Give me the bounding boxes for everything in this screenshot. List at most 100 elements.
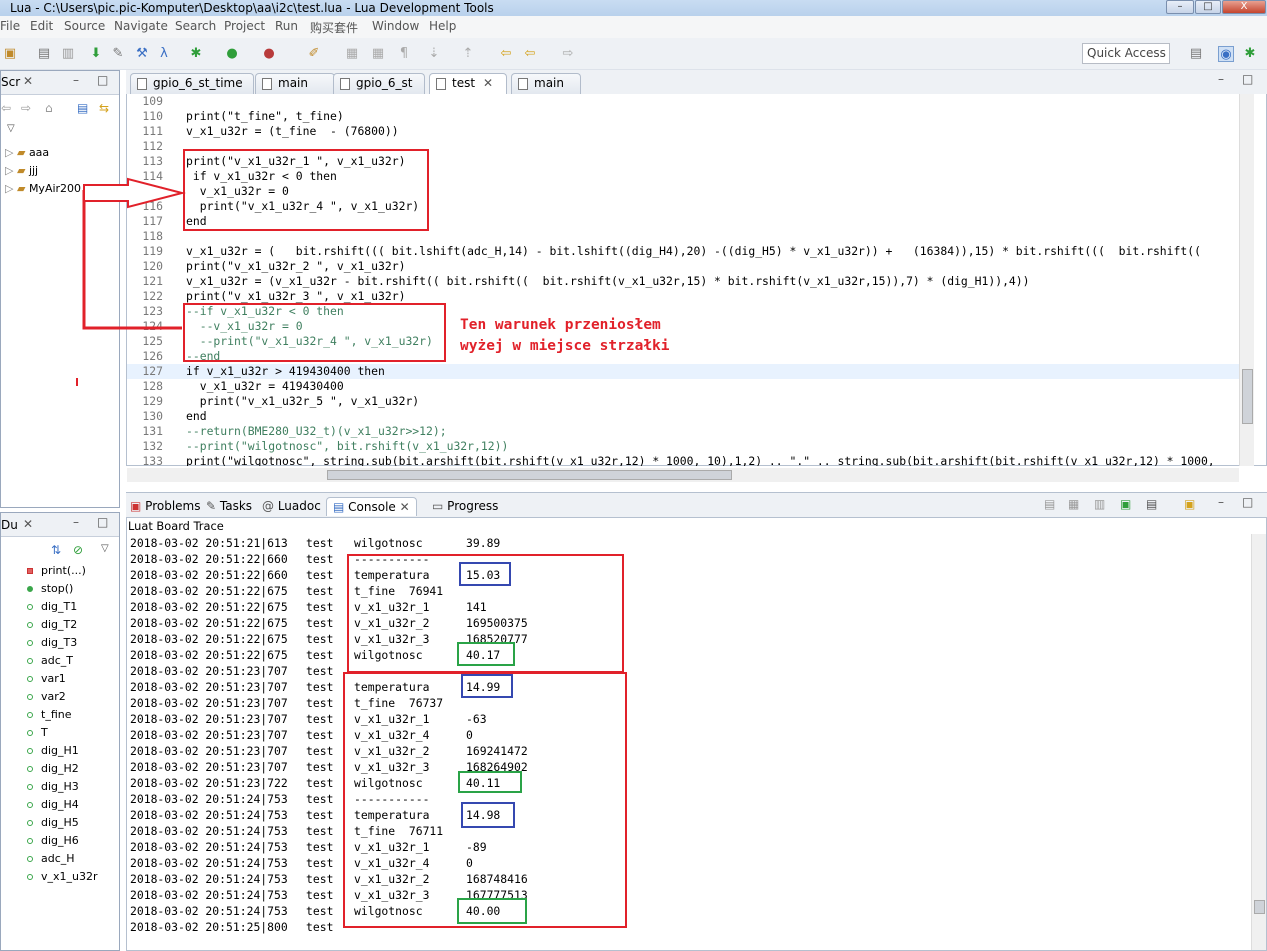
tab-progress[interactable]: ▭ Progress bbox=[432, 497, 498, 515]
edit-icon[interactable]: ✎ bbox=[110, 46, 126, 62]
minimize-button[interactable]: – bbox=[1166, 0, 1194, 14]
variable-row[interactable]: stop() bbox=[27, 582, 73, 596]
expand-icon[interactable]: ▷ bbox=[5, 146, 13, 159]
editor-vertical-scrollbar[interactable] bbox=[1239, 94, 1254, 466]
save-icon[interactable]: ▤ bbox=[36, 46, 52, 62]
menu-buy-kit[interactable]: 购买套件 bbox=[310, 19, 358, 36]
menu-help[interactable]: Help bbox=[429, 19, 456, 33]
variable-row[interactable]: adc_T bbox=[27, 654, 73, 668]
close-icon[interactable]: ✕ bbox=[23, 74, 33, 88]
tree-item-myair200[interactable]: ▷ ▰ MyAir200 bbox=[5, 182, 81, 196]
debug-perspective-icon[interactable]: ✱ bbox=[1242, 46, 1258, 62]
external-tools-icon[interactable]: ● bbox=[261, 46, 277, 62]
variable-row[interactable]: v_x1_u32r bbox=[27, 870, 98, 884]
maximize-view-icon[interactable]: □ bbox=[97, 73, 108, 87]
maximize-button[interactable]: □ bbox=[1195, 0, 1221, 14]
tab-gpio-6-st-time[interactable]: gpio_6_st_time bbox=[130, 73, 254, 94]
variable-row[interactable]: T bbox=[27, 726, 48, 740]
console-vertical-scrollbar[interactable] bbox=[1251, 534, 1266, 950]
sort-icon[interactable]: ⇅ bbox=[51, 543, 61, 557]
back-nav-icon[interactable]: ⇦ bbox=[1, 101, 11, 115]
code-editor[interactable]: 109 110 print("t_fine", t_fine) 111 v_x1_u… bbox=[126, 94, 1267, 482]
menu-file[interactable]: File bbox=[0, 19, 20, 33]
tab-main-2[interactable]: main bbox=[511, 73, 581, 94]
tree-item-aaa[interactable]: ▷ ▰ aaa bbox=[5, 146, 49, 160]
close-button[interactable]: X bbox=[1222, 0, 1266, 14]
scrollbar-thumb[interactable] bbox=[327, 470, 732, 480]
close-icon[interactable]: ✕ bbox=[483, 76, 493, 90]
variable-row[interactable]: dig_H6 bbox=[27, 834, 79, 848]
collapse-all-icon[interactable]: ▤ bbox=[77, 101, 88, 115]
download-icon[interactable]: ⬇ bbox=[88, 46, 104, 62]
menu-navigate[interactable]: Navigate bbox=[114, 19, 168, 33]
lua-perspective-icon[interactable]: ◉ bbox=[1218, 46, 1234, 62]
last-edit-icon[interactable]: ⇦ bbox=[498, 46, 514, 62]
close-icon[interactable]: ✕ bbox=[23, 517, 33, 531]
variable-row[interactable]: dig_H2 bbox=[27, 762, 79, 776]
variable-row[interactable]: dig_H1 bbox=[27, 744, 79, 758]
forward-icon[interactable]: ⇨ bbox=[560, 46, 576, 62]
script-explorer-tab[interactable]: Scr bbox=[1, 75, 20, 89]
forward-nav-icon[interactable]: ⇨ bbox=[21, 101, 31, 115]
back-icon[interactable]: ⇦ bbox=[522, 46, 538, 62]
menu-search[interactable]: Search bbox=[175, 19, 216, 33]
expand-icon[interactable]: ▷ bbox=[5, 182, 13, 195]
maximize-view-icon[interactable]: □ bbox=[1242, 72, 1253, 86]
wrench-icon[interactable]: ⚒ bbox=[134, 46, 150, 62]
variable-row[interactable]: print(...) bbox=[27, 564, 86, 578]
link-editor-icon[interactable]: ⇆ bbox=[99, 101, 109, 115]
tab-tasks[interactable]: ✎ Tasks bbox=[206, 497, 252, 515]
quick-access-input[interactable]: Quick Access bbox=[1082, 43, 1170, 64]
tab-luadoc[interactable]: @ Luadoc bbox=[262, 497, 321, 515]
minimize-view-icon[interactable]: – bbox=[73, 515, 79, 529]
minimize-view-icon[interactable]: – bbox=[1218, 495, 1224, 509]
debug-variables-tab[interactable]: Du bbox=[1, 518, 18, 532]
lambda-icon[interactable]: λ bbox=[156, 46, 172, 62]
show-whitespace-icon[interactable]: ¶ bbox=[396, 46, 412, 62]
home-icon[interactable]: ⌂ bbox=[45, 101, 53, 115]
scroll-lock-icon[interactable]: ▦ bbox=[1068, 497, 1079, 511]
editor-horizontal-scrollbar[interactable] bbox=[127, 468, 1239, 482]
variable-row[interactable]: dig_T1 bbox=[27, 600, 77, 614]
maximize-view-icon[interactable]: □ bbox=[1242, 495, 1253, 509]
variable-row[interactable]: var2 bbox=[27, 690, 66, 704]
open-type-icon[interactable]: ✐ bbox=[306, 46, 322, 62]
debug-icon[interactable]: ✱ bbox=[188, 46, 204, 62]
open-console-icon[interactable]: ▣ bbox=[1184, 497, 1195, 511]
tab-gpio-6-st[interactable]: gpio_6_st bbox=[333, 73, 425, 94]
clear-console-icon[interactable]: ▤ bbox=[1044, 497, 1055, 511]
variable-row[interactable]: t_fine bbox=[27, 708, 71, 722]
menu-source[interactable]: Source bbox=[64, 19, 105, 33]
tab-test[interactable]: test ✕ bbox=[429, 73, 507, 94]
variable-row[interactable]: dig_H3 bbox=[27, 780, 79, 794]
open-perspective-icon[interactable]: ▤ bbox=[1188, 46, 1204, 62]
filter-icon[interactable]: ⊘ bbox=[73, 543, 83, 557]
new-icon[interactable]: ▣ bbox=[2, 46, 18, 62]
maximize-view-icon[interactable]: □ bbox=[97, 515, 108, 529]
variable-row[interactable]: dig_H4 bbox=[27, 798, 79, 812]
variable-row[interactable]: dig_T3 bbox=[27, 636, 77, 650]
menu-project[interactable]: Project bbox=[224, 19, 265, 33]
prev-annotation-icon[interactable]: ⇡ bbox=[460, 46, 476, 62]
display-console-icon[interactable]: ▤ bbox=[1146, 497, 1157, 511]
close-icon[interactable]: ✕ bbox=[400, 500, 410, 514]
scrollbar-thumb[interactable] bbox=[1254, 900, 1265, 914]
menu-window[interactable]: Window bbox=[372, 19, 419, 33]
expand-icon[interactable]: ▷ bbox=[5, 164, 13, 177]
tree-item-jjj[interactable]: ▷ ▰ jjj bbox=[5, 164, 38, 178]
tab-main[interactable]: main bbox=[255, 73, 335, 94]
variable-row[interactable]: dig_T2 bbox=[27, 618, 77, 632]
minimize-view-icon[interactable]: – bbox=[73, 73, 79, 87]
toggle-mark-icon[interactable]: ▦ bbox=[344, 46, 360, 62]
word-wrap-icon[interactable]: ▥ bbox=[1094, 497, 1105, 511]
tab-problems[interactable]: ▣ Problems bbox=[130, 497, 200, 515]
menu-edit[interactable]: Edit bbox=[30, 19, 53, 33]
save-all-icon[interactable]: ▥ bbox=[60, 46, 76, 62]
next-annotation-icon[interactable]: ⇣ bbox=[426, 46, 442, 62]
block-select-icon[interactable]: ▦ bbox=[370, 46, 386, 62]
pin-console-icon[interactable]: ▣ bbox=[1120, 497, 1131, 511]
view-menu-icon[interactable]: ▽ bbox=[101, 543, 109, 554]
variable-row[interactable]: var1 bbox=[27, 672, 66, 686]
menu-run[interactable]: Run bbox=[275, 19, 298, 33]
minimize-view-icon[interactable]: – bbox=[1218, 72, 1224, 86]
